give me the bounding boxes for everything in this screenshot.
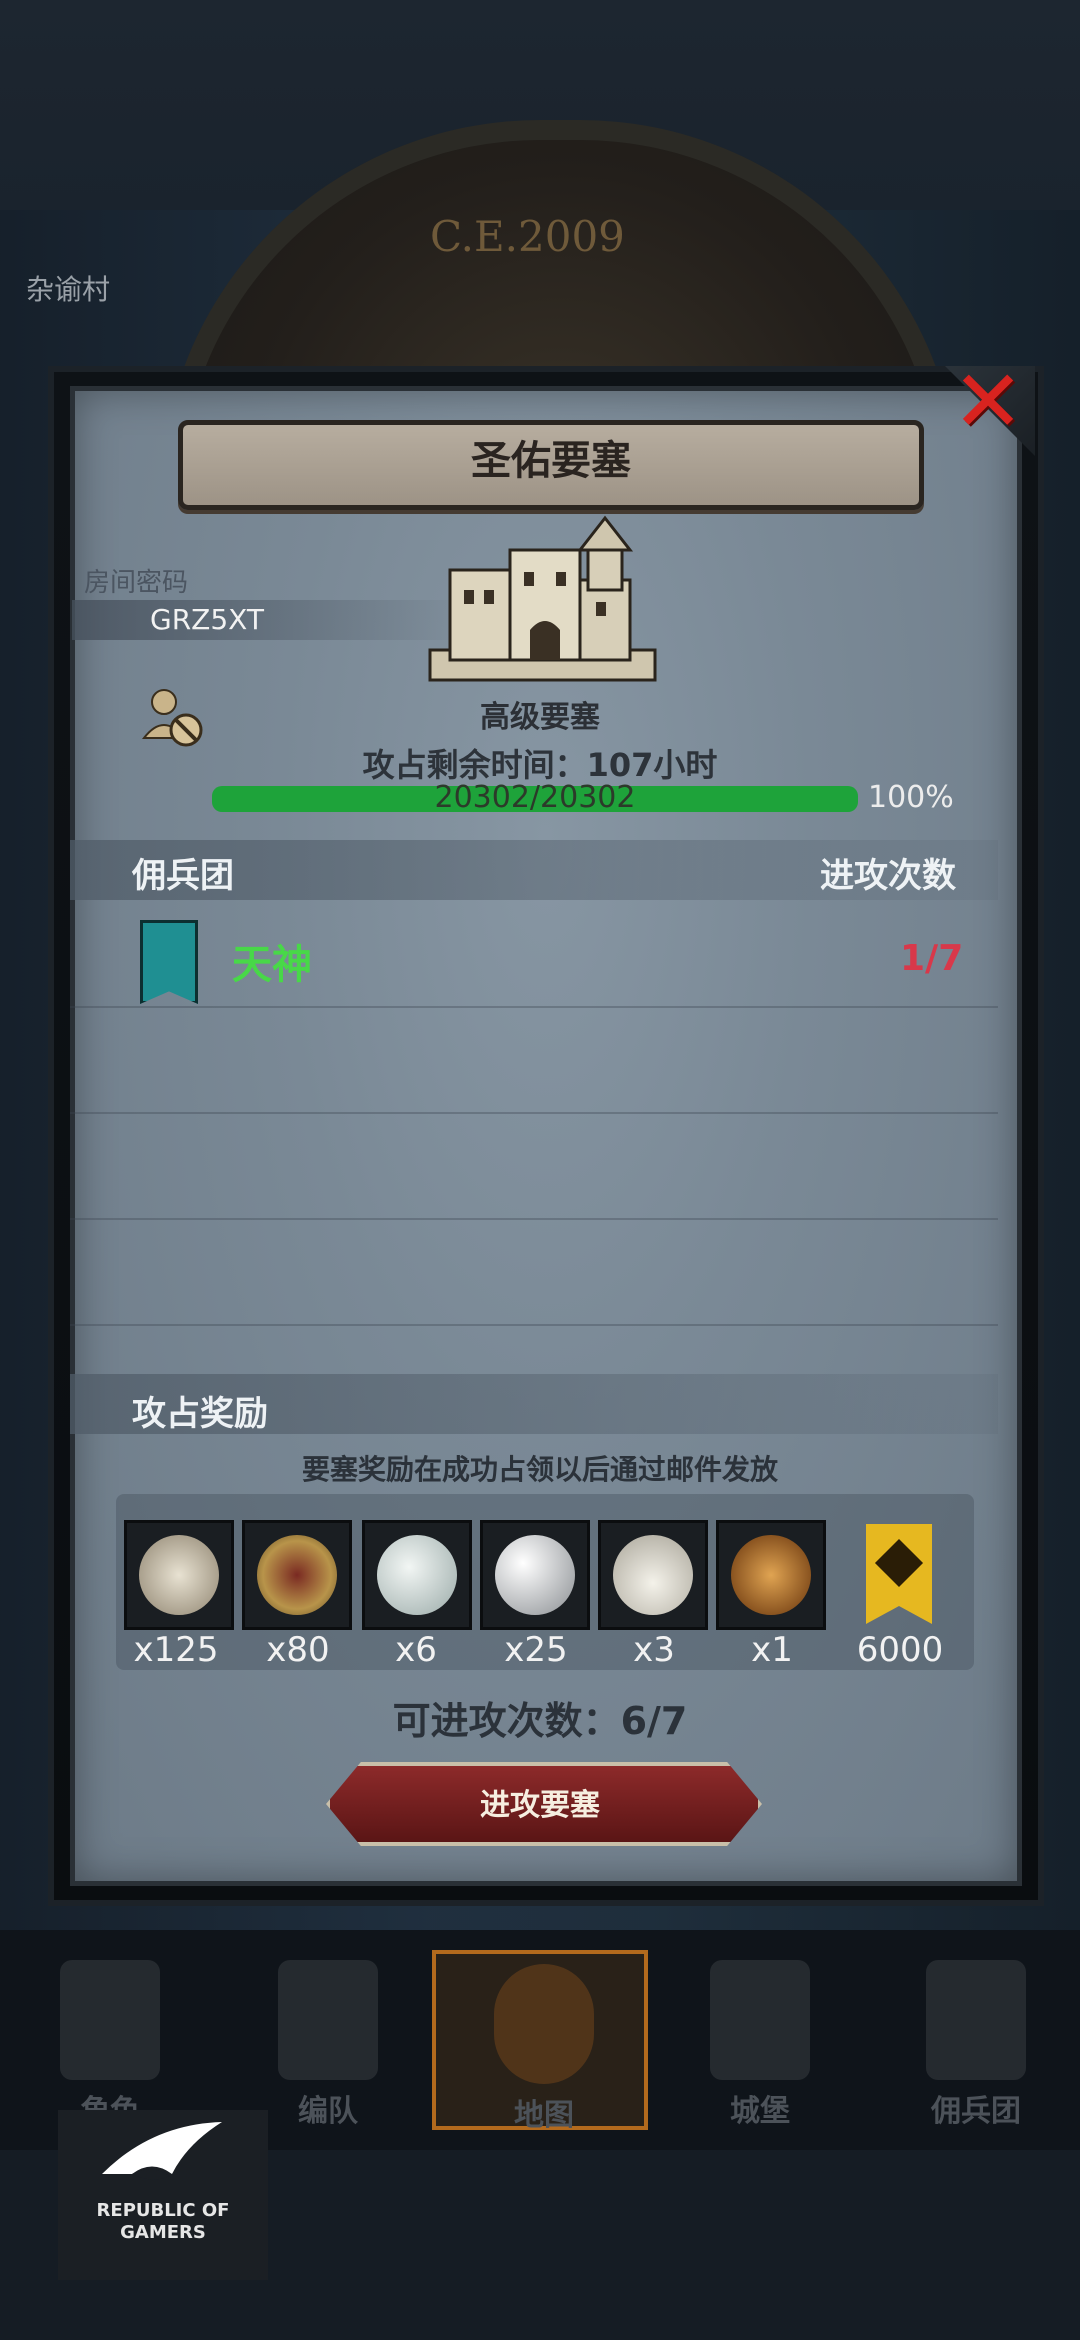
mercenary-icon xyxy=(926,1960,1026,2080)
reward-quantity: x6 xyxy=(395,1630,437,1670)
nav-item-character[interactable]: 角色 xyxy=(10,1950,210,2130)
pearl-stone-icon xyxy=(377,1535,457,1615)
fortress-castle-icon xyxy=(428,515,657,682)
fortress-type: 高级要塞 xyxy=(480,700,600,735)
guild-attack-count: 1/7 xyxy=(900,938,964,979)
nav-label: 地图 xyxy=(514,2098,574,2133)
guild-name[interactable]: 天神 xyxy=(232,932,312,990)
fortress-title: 圣佑要塞 xyxy=(471,438,631,484)
mercenary-header: 佣兵团 xyxy=(132,856,234,896)
reward-slot[interactable] xyxy=(716,1520,826,1630)
metal-orbs-icon xyxy=(495,1535,575,1615)
hp-percent: 100% xyxy=(868,780,954,815)
era-label: C.E.2009 xyxy=(430,212,625,261)
reward-slot[interactable] xyxy=(362,1520,472,1630)
remaining-attacks: 可进攻次数：6/7 xyxy=(392,1699,688,1743)
room-code-label: 房间密码 xyxy=(84,568,189,598)
silver-ore-icon xyxy=(139,1535,219,1615)
nav-label: 城堡 xyxy=(730,2094,790,2129)
rog-eye-logo-icon xyxy=(102,2122,222,2180)
knight-icon xyxy=(60,1960,160,2080)
row-divider xyxy=(70,1006,998,1008)
map-icon xyxy=(494,1964,594,2084)
salt-pile-icon xyxy=(613,1535,693,1615)
map-location-text: 杂谕村 xyxy=(26,273,111,306)
attack-count-header: 进攻次数 xyxy=(820,856,956,896)
reward-slot[interactable] xyxy=(242,1520,352,1630)
reward-slot[interactable] xyxy=(124,1520,234,1630)
knight-helmet-coin-icon xyxy=(731,1535,811,1615)
guild-row[interactable] xyxy=(70,904,998,1004)
reward-quantity: 6000 xyxy=(856,1630,944,1670)
nav-item-castle[interactable]: 城堡 xyxy=(660,1950,860,2130)
reward-quantity: x25 xyxy=(504,1630,568,1670)
reward-slot[interactable] xyxy=(480,1520,590,1630)
nav-label: 佣兵团 xyxy=(931,2094,1021,2129)
reward-quantity: x1 xyxy=(751,1630,793,1670)
castle-icon xyxy=(710,1960,810,2080)
room-code-band xyxy=(72,600,472,640)
goblet-icon xyxy=(257,1535,337,1615)
reward-slot[interactable] xyxy=(598,1520,708,1630)
nav-item-formation[interactable]: 编队 xyxy=(228,1950,428,2130)
row-divider xyxy=(70,1324,998,1326)
nav-item-mercenary[interactable]: 佣兵团 xyxy=(876,1950,1076,2130)
reward-quantity: x3 xyxy=(633,1630,675,1670)
reward-quantity: x125 xyxy=(133,1630,219,1670)
row-divider xyxy=(70,1112,998,1114)
row-divider xyxy=(70,1218,998,1220)
rewards-header: 攻占奖励 xyxy=(132,1394,268,1434)
close-icon[interactable]: ✕ xyxy=(948,359,1028,445)
hp-value: 20302/20302 xyxy=(434,780,636,815)
helmet-icon xyxy=(278,1960,378,2080)
nav-item-map[interactable]: 地图 xyxy=(432,1950,648,2133)
rewards-note: 要塞奖励在成功占领以后通过邮件发放 xyxy=(301,1453,778,1486)
rog-brand-text: REPUBLIC OF GAMERS xyxy=(96,2200,230,2243)
reward-quantity: x80 xyxy=(266,1630,330,1670)
room-code-value: GRZ5XT xyxy=(150,603,264,636)
attack-fortress-button-label[interactable]: 进攻要塞 xyxy=(326,1780,754,1824)
